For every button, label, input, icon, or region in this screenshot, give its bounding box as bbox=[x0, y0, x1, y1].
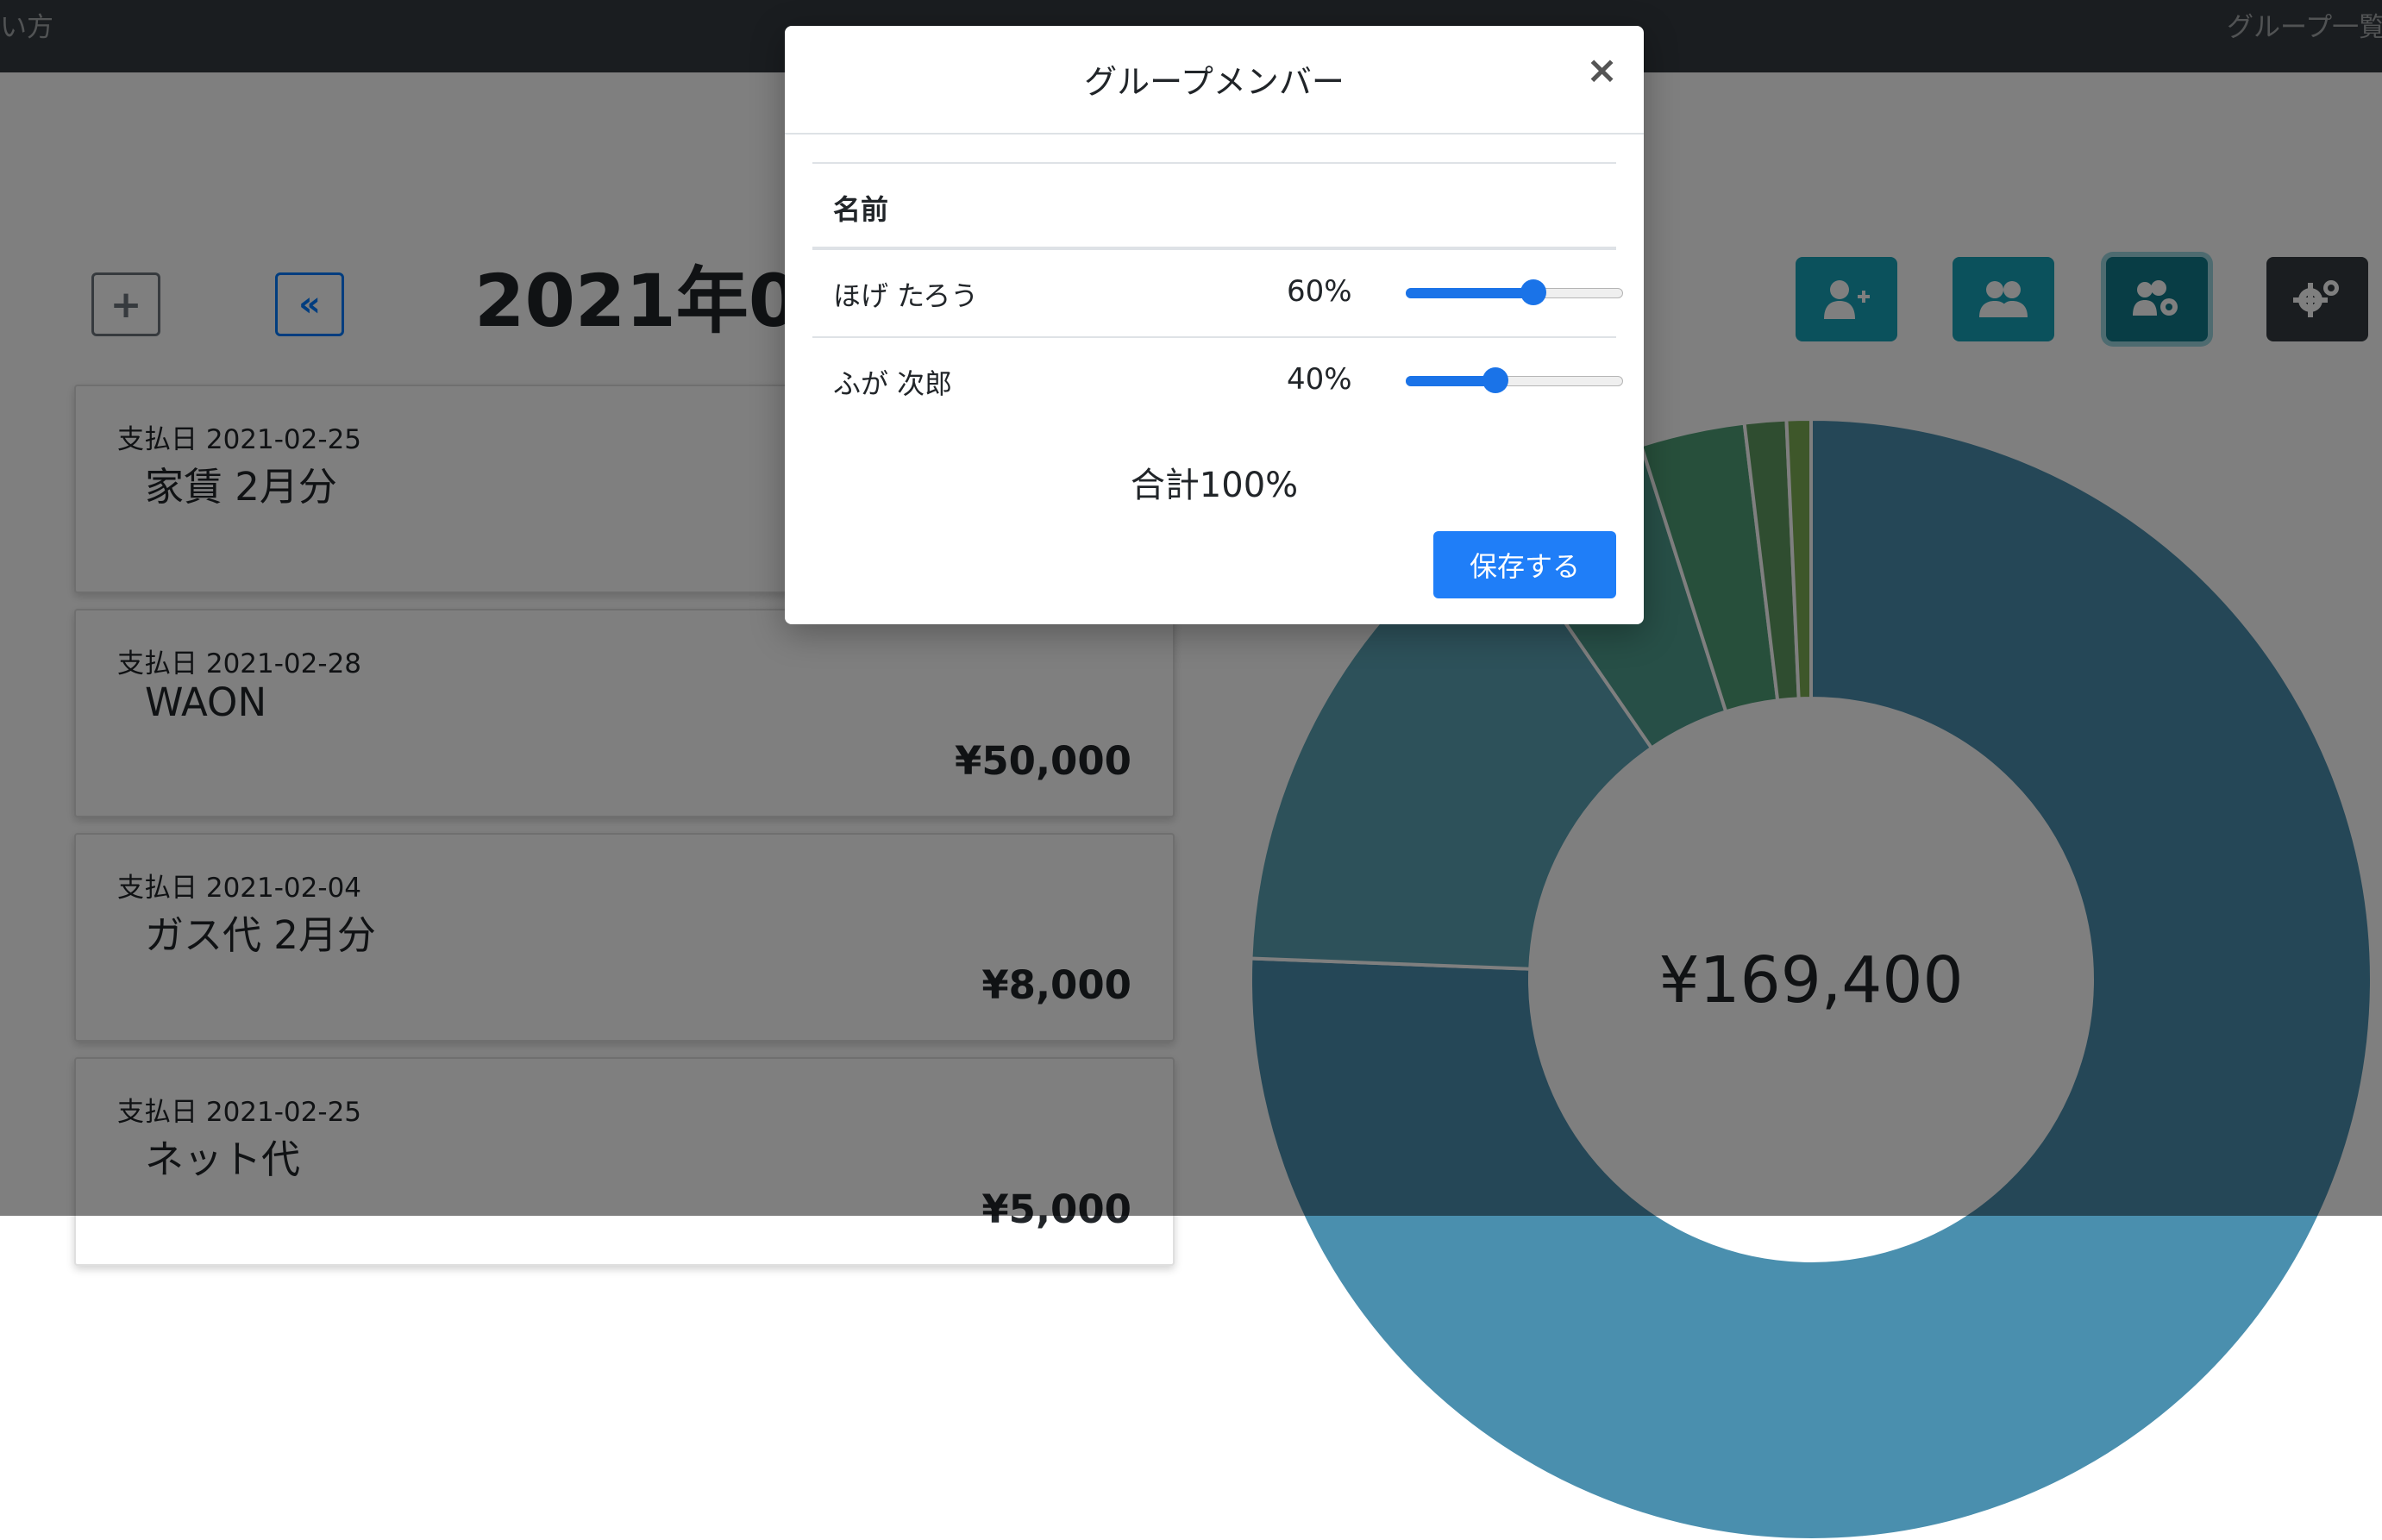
modal-header: グループメンバー × bbox=[785, 26, 1644, 135]
close-icon[interactable]: × bbox=[1586, 52, 1618, 90]
column-header-name: 名前 bbox=[833, 193, 889, 226]
share-slider[interactable] bbox=[1406, 279, 1623, 305]
member-name: ふが 次郎 bbox=[833, 367, 953, 400]
member-table: 名前 ほげ たろう 60% ふが 次郎 40% bbox=[812, 162, 1623, 424]
table-row: ほげ たろう 60% bbox=[812, 250, 1623, 338]
table-header: 名前 bbox=[812, 162, 1616, 250]
slider-thumb[interactable] bbox=[1482, 367, 1508, 393]
share-slider[interactable] bbox=[1406, 367, 1623, 393]
save-button[interactable]: 保存する bbox=[1433, 531, 1616, 598]
group-member-modal: グループメンバー × 名前 ほげ たろう 60% ふが 次郎 40% 合計100… bbox=[785, 26, 1644, 624]
total-percent: 合計100% bbox=[1130, 466, 1299, 505]
member-percent: 60% bbox=[1287, 274, 1352, 309]
member-percent: 40% bbox=[1287, 362, 1352, 397]
table-row: ふが 次郎 40% bbox=[812, 338, 1623, 424]
slider-fill bbox=[1406, 288, 1534, 298]
slider-thumb[interactable] bbox=[1520, 279, 1547, 305]
modal-title: グループメンバー bbox=[1084, 63, 1345, 101]
member-name: ほげ たろう bbox=[833, 279, 979, 312]
